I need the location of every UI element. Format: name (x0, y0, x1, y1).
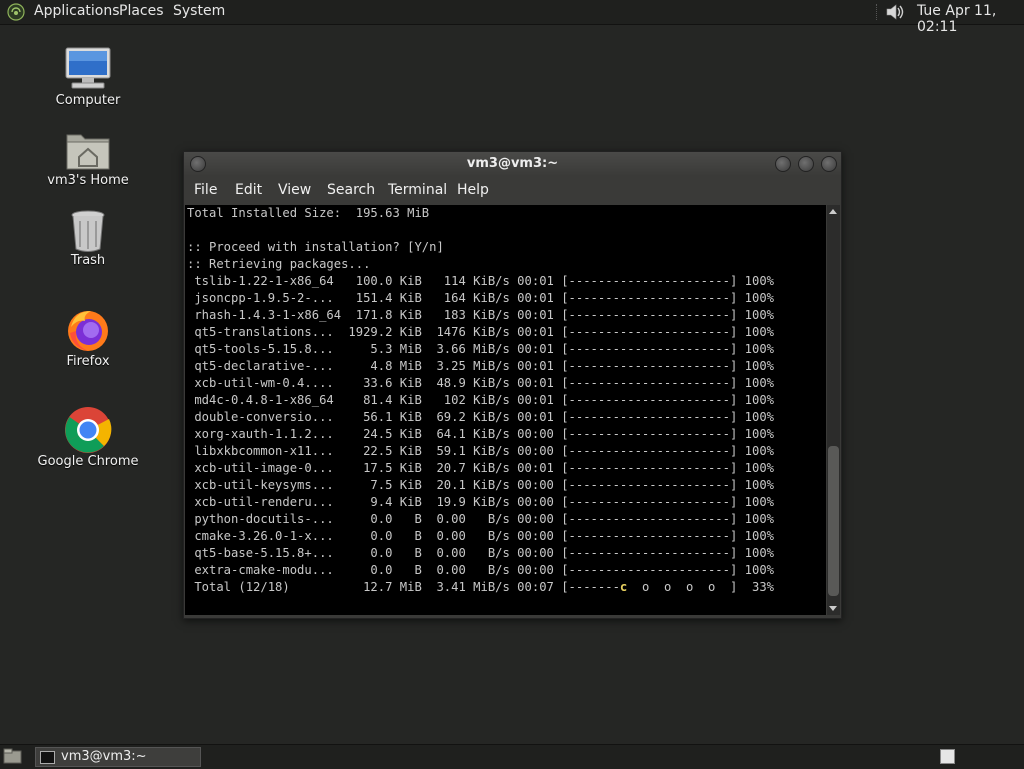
workspace-switcher-icon[interactable] (940, 749, 955, 764)
maximize-button[interactable] (798, 156, 814, 172)
desktop-icon-computer[interactable]: Computer (28, 44, 148, 110)
terminal-line: :: Retrieving packages... (187, 257, 371, 271)
desktop-icon-label: Firefox (66, 354, 110, 369)
desktop-icon-firefox[interactable]: Firefox (28, 306, 148, 370)
terminal-line: libxkbcommon-x11... 22.5 KiB 59.1 KiB/s … (187, 444, 774, 458)
desktop-icon-label: Google Chrome (37, 454, 139, 469)
desktop-icon-label: Computer (55, 93, 121, 108)
terminal-line: xorg-xauth-1.1.2... 24.5 KiB 64.1 KiB/s … (187, 427, 774, 441)
taskbar-item-label: vm3@vm3:~ (61, 749, 147, 764)
speaker-icon[interactable] (885, 3, 905, 21)
terminal-icon (40, 751, 55, 764)
computer-icon (65, 47, 111, 89)
terminal-output[interactable]: Total Installed Size: 195.63 MiB:: Proce… (185, 205, 826, 615)
terminal-line: :: Proceed with installation? [Y/n] (187, 240, 444, 254)
taskbar-item-terminal[interactable]: vm3@vm3:~ (35, 747, 201, 767)
terminal-line: md4c-0.4.8-1-x86_64 81.4 KiB 102 KiB/s 0… (187, 393, 774, 407)
terminal-line: rhash-1.4.3-1-x86_64 171.8 KiB 183 KiB/s… (187, 308, 774, 322)
terminal-line: tslib-1.22-1-x86_64 100.0 KiB 114 KiB/s … (187, 274, 774, 288)
menu-terminal[interactable]: Terminal (388, 182, 447, 198)
terminal-line: jsoncpp-1.9.5-2-... 151.4 KiB 164 KiB/s … (187, 291, 774, 305)
clock[interactable]: Tue Apr 11, 02:11 (917, 3, 1024, 35)
chrome-icon (65, 407, 112, 453)
terminal-line: qt5-declarative-... 4.8 MiB 3.25 MiB/s 0… (187, 359, 774, 373)
terminal-line: xcb-util-wm-0.4.... 33.6 KiB 48.9 KiB/s … (187, 376, 774, 390)
menu-help[interactable]: Help (457, 182, 489, 198)
menu-system[interactable]: System (173, 3, 225, 19)
terminal-total-line: Total (12/18) 12.7 MiB 3.41 MiB/s 00:07 … (187, 579, 774, 596)
close-button[interactable] (821, 156, 837, 172)
top-panel: Applications Places System Tue Apr 11, 0… (0, 0, 1024, 35)
desktop-icon-home[interactable]: vm3's Home (28, 126, 148, 190)
terminal-line: xcb-util-keysyms... 7.5 KiB 20.1 KiB/s 0… (187, 478, 774, 492)
scroll-down-arrow-icon[interactable] (829, 606, 837, 611)
total-line-prefix: Total (12/18) 12.7 MiB 3.41 MiB/s 00:07 … (187, 580, 620, 594)
menu-edit[interactable]: Edit (235, 182, 262, 198)
menu-places[interactable]: Places (119, 3, 164, 19)
menu-view[interactable]: View (278, 182, 311, 198)
terminal-line: cmake-3.26.0-1-x... 0.0 B 0.00 B/s 00:00… (187, 529, 774, 543)
terminal-window: vm3@vm3:~ File Edit View Search Terminal… (183, 151, 842, 619)
terminal-line: qt5-base-5.15.8+... 0.0 B 0.00 B/s 00:00… (187, 546, 774, 560)
menu-file[interactable]: File (194, 182, 217, 198)
terminal-lines: Total Installed Size: 195.63 MiB:: Proce… (187, 205, 774, 596)
terminal-line: extra-cmake-modu... 0.0 B 0.00 B/s 00:00… (187, 563, 774, 577)
window-titlebar[interactable]: vm3@vm3:~ (184, 152, 841, 176)
window-title: vm3@vm3:~ (466, 156, 559, 171)
desktop-icon-chrome[interactable]: Google Chrome (28, 406, 148, 472)
terminal-line: Total Installed Size: 195.63 MiB (187, 206, 430, 220)
terminal-line: xcb-util-renderu... 9.4 KiB 19.9 KiB/s 0… (187, 495, 774, 509)
terminal-line: python-docutils-... 0.0 B 0.00 B/s 00:00… (187, 512, 774, 526)
panel-separator (876, 4, 879, 20)
show-desktop-icon[interactable] (3, 748, 23, 765)
terminal-menubar: File Edit View Search Terminal Help (184, 178, 841, 204)
bottom-panel: vm3@vm3:~ (0, 744, 1024, 769)
gnome-foot-icon[interactable] (7, 3, 25, 21)
desktop-icon-label: vm3's Home (47, 173, 129, 188)
minimize-button[interactable] (775, 156, 791, 172)
desktop-icon-label: Trash (70, 253, 106, 268)
firefox-icon (68, 311, 108, 351)
terminal-line: double-conversio... 56.1 KiB 69.2 KiB/s … (187, 410, 774, 424)
total-line-suffix: o o o o ] 33% (627, 580, 775, 594)
terminal-line: xcb-util-image-0... 17.5 KiB 20.7 KiB/s … (187, 461, 774, 475)
trash-icon (71, 210, 105, 252)
menu-search[interactable]: Search (327, 182, 375, 198)
scrollbar-thumb[interactable] (828, 446, 839, 596)
terminal-scrollbar[interactable] (827, 205, 840, 615)
desktop-icon-trash[interactable]: Trash (28, 208, 148, 270)
home-folder-icon (66, 134, 110, 170)
terminal-line: qt5-tools-5.15.8... 5.3 MiB 3.66 MiB/s 0… (187, 342, 774, 356)
scroll-up-arrow-icon[interactable] (829, 209, 837, 214)
terminal-line: qt5-translations... 1929.2 KiB 1476 KiB/… (187, 325, 774, 339)
menu-applications[interactable]: Applications (34, 3, 120, 19)
